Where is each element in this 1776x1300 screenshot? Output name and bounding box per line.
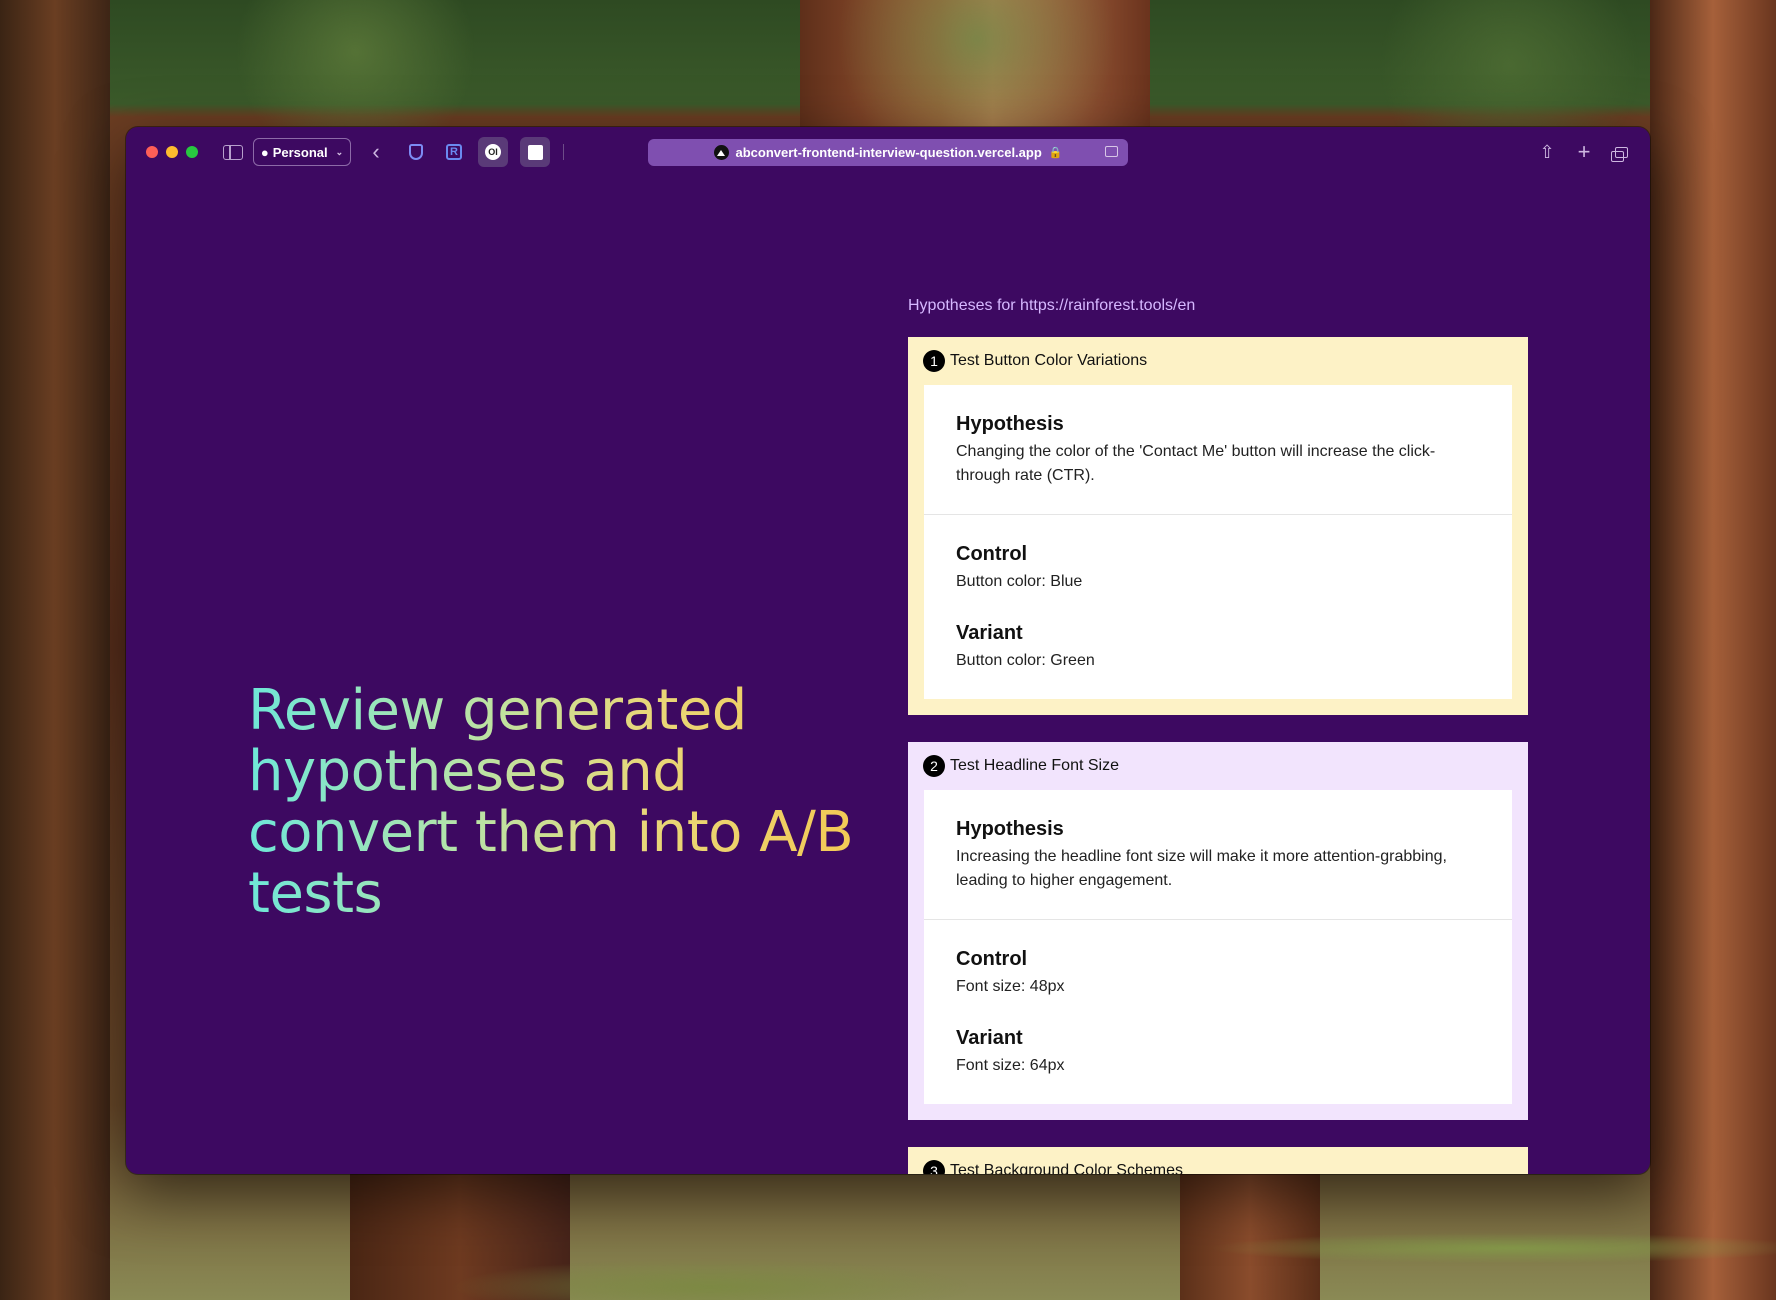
minimize-window-button[interactable] [166,146,178,158]
hypothesis-section: Hypothesis Changing the color of the 'Co… [924,385,1512,514]
card-number-badge: 3 [923,1160,945,1174]
hypothesis-card: 2 Test Headline Font Size Hypothesis Inc… [908,742,1528,1120]
hypothesis-section: Hypothesis Increasing the headline font … [924,790,1512,919]
card-panel: Hypothesis Changing the color of the 'Co… [924,385,1512,699]
page-headline: Review generated hypotheses and convert … [248,680,888,924]
bitwarden-extension-icon[interactable] [404,140,428,164]
share-icon[interactable]: ⇧ [1536,140,1558,164]
control-variant-section: Control Font size: 48px Variant Font siz… [924,919,1512,1104]
browser-toolbar: ● Personal ⌄ ‹ R OI abconvert-frontend-i… [126,127,1650,177]
card-title: Test Background Color Schemes [950,1162,1183,1174]
variant-heading: Variant [956,622,1023,644]
control-text: Button color: Blue [956,573,1083,590]
hypothesis-card: 1 Test Button Color Variations Hypothesi… [908,337,1528,715]
control-heading: Control [956,543,1028,565]
back-arrow-icon[interactable]: ‹ [368,139,384,164]
toolbar-divider [563,144,564,160]
card-header: 1 Test Button Color Variations [923,337,1512,385]
zoom-window-button[interactable] [186,146,198,158]
sidebar-toggle-icon[interactable] [222,140,244,164]
hypotheses-subtitle: Hypotheses for https://rainforest.tools/… [908,297,1196,314]
chevron-down-icon: ⌄ [335,146,344,157]
browser-window: ● Personal ⌄ ‹ R OI abconvert-frontend-i… [126,127,1650,1174]
r-extension-icon[interactable]: R [442,140,466,164]
address-bar[interactable]: abconvert-frontend-interview-question.ve… [648,139,1128,166]
card-header: 2 Test Headline Font Size [923,742,1512,790]
hypothesis-heading: Hypothesis [956,413,1064,435]
url-text: abconvert-frontend-interview-question.ve… [735,145,1042,160]
hypothesis-text: Increasing the headline font size will m… [956,848,1447,889]
page-content: Review generated hypotheses and convert … [126,177,1650,1174]
square-extension-icon[interactable] [520,137,550,167]
profile-switcher[interactable]: ● Personal ⌄ [253,138,351,166]
oi-extension-icon[interactable]: OI [478,137,508,167]
card-number-badge: 1 [923,350,945,372]
variant-text: Button color: Green [956,652,1095,669]
variant-text: Font size: 64px [956,1057,1065,1074]
card-title: Test Headline Font Size [950,757,1119,774]
new-tab-plus-icon[interactable]: + [1573,139,1595,164]
card-header: 3 Test Background Color Schemes [923,1147,1512,1174]
hypothesis-heading: Hypothesis [956,818,1064,840]
hypothesis-text: Changing the color of the 'Contact Me' b… [956,443,1436,484]
close-window-button[interactable] [146,146,158,158]
person-icon: ● [260,144,269,160]
lock-icon: 🔒 [1048,147,1063,159]
vercel-site-icon [713,145,729,160]
control-heading: Control [956,948,1028,970]
tab-overview-icon[interactable] [1610,140,1632,164]
control-variant-section: Control Button color: Blue Variant Butto… [924,514,1512,699]
card-number-badge: 2 [923,755,945,777]
card-title: Test Button Color Variations [950,352,1148,369]
profile-label: Personal [272,144,328,160]
control-text: Font size: 48px [956,978,1065,995]
reader-mode-icon[interactable] [1105,146,1118,157]
hypothesis-card: 3 Test Background Color Schemes [908,1147,1528,1174]
card-panel: Hypothesis Increasing the headline font … [924,790,1512,1104]
variant-heading: Variant [956,1027,1023,1049]
